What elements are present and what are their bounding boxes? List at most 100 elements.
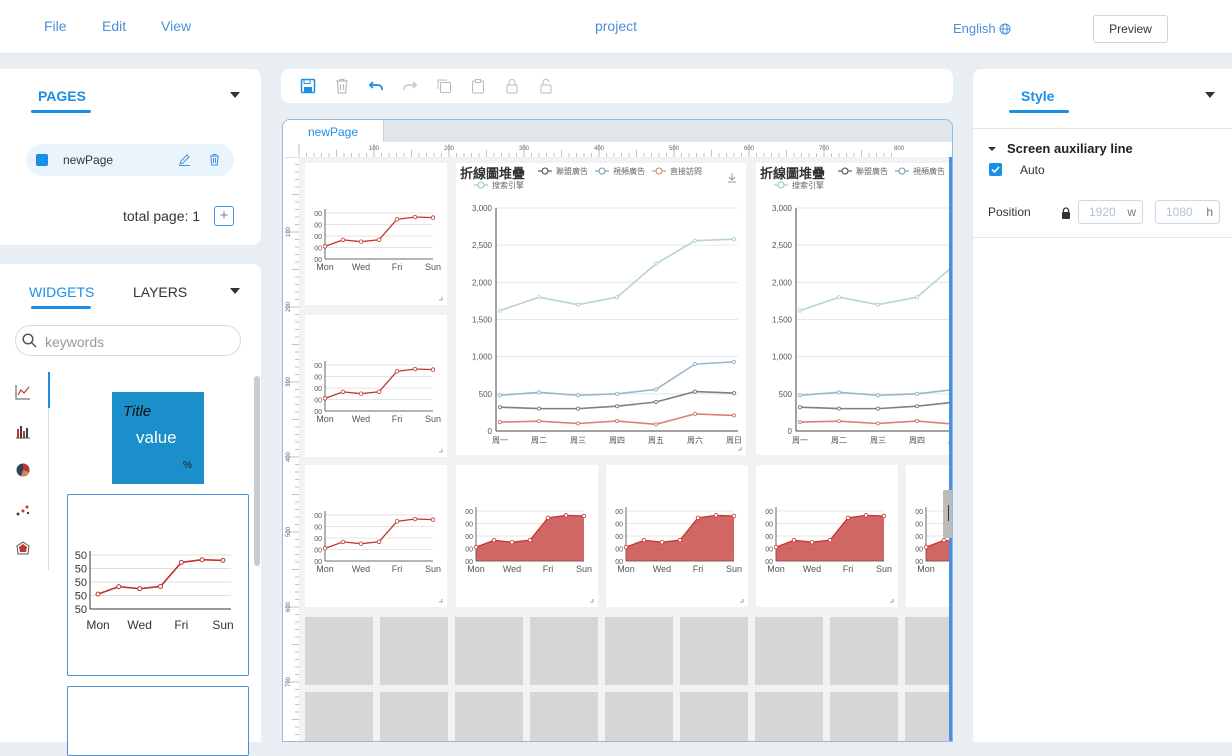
x-tick-label: 周一	[492, 436, 508, 445]
area-chart[interactable]: 0000000000MonWedFriSun	[756, 465, 898, 607]
ruler-label: 100	[369, 146, 380, 152]
copy-icon[interactable]	[436, 78, 452, 94]
small-line-chart[interactable]: 0000000000MonWedFriSun	[305, 163, 447, 305]
lock-icon[interactable]	[1061, 207, 1071, 219]
ruler-top[interactable]: 100200300400500600700800	[283, 142, 953, 157]
legend-label: 直接訪問	[670, 166, 702, 176]
bar-chart-icon[interactable]	[15, 423, 31, 439]
style-caret-icon[interactable]	[1205, 92, 1215, 98]
stacked-line-chart[interactable]: 折線圖堆疊聯盟廣告視頻廣告直接訪問搜索引擎05001,0001,5002,000…	[456, 163, 746, 455]
data-point	[431, 518, 435, 522]
tick-label: 00	[465, 534, 473, 541]
resize-handle	[439, 449, 442, 452]
layers-tab[interactable]: LAYERS	[133, 284, 187, 300]
undo-icon[interactable]	[368, 78, 384, 94]
small-line-chart[interactable]: 0000000000MonWedFriSun	[305, 315, 447, 457]
style-tab[interactable]: Style	[1021, 88, 1054, 104]
x-tick-label: Wed	[503, 564, 521, 574]
tick-label: 00	[915, 534, 923, 541]
data-point	[576, 303, 579, 306]
placeholder-block	[455, 692, 523, 742]
ruler-label: 300	[519, 146, 530, 152]
area-chart[interactable]: 0000000000MonWedFriSun	[456, 465, 598, 607]
widgets-tab-underline	[31, 306, 91, 309]
expand-caret-icon[interactable]	[988, 147, 996, 151]
ruler-label: 200	[286, 301, 292, 312]
data-point	[498, 406, 501, 409]
unlock-icon[interactable]	[538, 78, 554, 94]
auto-checkbox[interactable]	[989, 163, 1002, 176]
data-point	[221, 558, 225, 562]
data-point	[474, 545, 478, 549]
ruler-label: 700	[286, 676, 292, 687]
widgets-caret-icon[interactable]	[230, 288, 240, 294]
line-chart-icon[interactable]	[15, 384, 31, 400]
y-tick-label: 3,000	[772, 204, 793, 213]
resize-handle	[740, 599, 743, 602]
x-tick-label: Mon	[316, 262, 334, 272]
data-point	[660, 540, 664, 544]
tick-label: 00	[314, 246, 322, 253]
chart-title: 折線圖堆疊	[460, 166, 525, 181]
total-page-label: total page: 1	[123, 208, 200, 224]
y-tick-label: 0	[788, 427, 793, 436]
x-tick-label: Wed	[803, 564, 821, 574]
legend-marker	[842, 168, 848, 174]
data-point	[395, 370, 399, 374]
widget-search-input[interactable]: keywords	[15, 325, 241, 356]
edit-icon[interactable]	[178, 153, 191, 166]
paste-icon[interactable]	[470, 78, 486, 94]
preview-button[interactable]: Preview	[1093, 15, 1168, 43]
check-icon	[989, 163, 1002, 176]
save-icon[interactable]	[300, 78, 316, 94]
pages-caret-icon[interactable]	[230, 92, 240, 98]
legend-label: 搜索引擎	[792, 180, 824, 190]
width-input[interactable]: 1920w	[1078, 200, 1143, 224]
widget-card-next[interactable]	[67, 686, 249, 756]
series-line	[98, 560, 223, 594]
delete-icon[interactable]	[334, 78, 350, 94]
tick-label: 00	[915, 547, 923, 554]
series-line	[500, 362, 734, 395]
ruler-label: 800	[894, 146, 905, 152]
radar-chart-icon[interactable]	[15, 541, 31, 557]
ruler-left[interactable]: 100200300400500600700	[283, 157, 299, 742]
number-card-widget[interactable]: Title value %	[112, 392, 204, 484]
delete-icon[interactable]	[208, 153, 221, 166]
data-point	[792, 538, 796, 542]
tab-newpage[interactable]: newPage	[283, 120, 384, 142]
ruler-label: 700	[819, 146, 830, 152]
y-tick-label: 3,000	[472, 204, 493, 213]
panel-collapse-handle[interactable]	[943, 490, 953, 538]
scatter-chart-icon[interactable]	[15, 502, 31, 518]
lock-icon[interactable]	[504, 78, 520, 94]
series-line	[500, 239, 734, 310]
ruler-label: 600	[744, 146, 755, 152]
redo-icon[interactable]	[402, 78, 418, 94]
data-point	[159, 584, 163, 588]
search-icon	[22, 333, 37, 348]
language-switch[interactable]: English	[953, 21, 1011, 36]
small-line-chart[interactable]: 0000000000MonWedFriSun	[305, 465, 447, 607]
area-chart-svg: 0000000000MonWedFriSun	[456, 465, 598, 607]
pages-tab[interactable]: PAGES	[38, 88, 86, 104]
add-page-button[interactable]: +	[214, 206, 234, 226]
height-input[interactable]: 1080h	[1155, 200, 1220, 224]
canvas-stage[interactable]: 0000000000MonWedFriSun 0000000000MonWedF…	[299, 157, 953, 742]
stacked-line-chart[interactable]: 折線圖堆疊聯盟廣告視頻廣告直接訪問搜索引擎05001,0001,5002,000…	[756, 163, 953, 455]
data-point	[546, 516, 550, 520]
line-chart-widget[interactable]: 5050505050MonWedFriSun	[67, 494, 249, 676]
tick-label: 00	[615, 547, 623, 554]
page-item-newpage[interactable]: newPage	[26, 144, 234, 176]
widgets-scrollbar[interactable]	[254, 376, 260, 566]
area-chart[interactable]: 0000000000MonWedFriSun	[606, 465, 748, 607]
widgets-tab[interactable]: WIDGETS	[29, 284, 94, 300]
data-point	[693, 412, 696, 415]
data-point	[537, 420, 540, 423]
pie-chart-icon[interactable]	[15, 462, 31, 478]
x-tick-label: Wed	[352, 262, 370, 272]
data-point	[864, 514, 868, 518]
category-active-indicator	[48, 372, 50, 408]
editor-canvas[interactable]: newPage 100200300400500600700 800 100 200 3…	[282, 119, 953, 742]
placeholder-block	[905, 617, 953, 685]
